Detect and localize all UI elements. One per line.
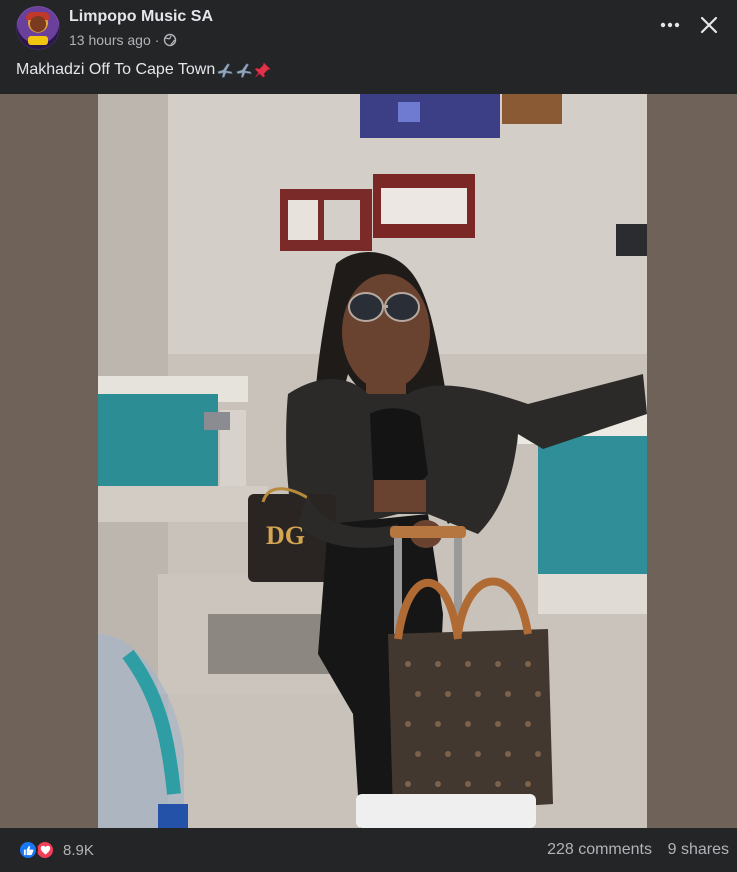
page-name-link[interactable]: Limpopo Music SA [69, 8, 213, 26]
more-horizontal-icon [660, 22, 680, 28]
comments-link[interactable]: 228 comments [547, 841, 652, 859]
shares-link[interactable]: 9 shares [668, 841, 729, 859]
post-footer: 8.9K 228 comments 9 shares [0, 828, 737, 872]
post-timestamp[interactable]: 13 hours ago [69, 32, 151, 48]
photo-viewer: Limpopo Music SA 13 hours ago · Makhadzi… [0, 0, 737, 872]
like-icon [18, 840, 38, 860]
more-options-button[interactable] [656, 12, 684, 38]
close-icon [700, 16, 718, 34]
close-button[interactable] [696, 12, 722, 38]
post-meta: 13 hours ago · [69, 32, 177, 48]
airplane-icon [217, 63, 233, 78]
love-icon [35, 840, 55, 860]
page-avatar[interactable] [16, 6, 60, 50]
post-header: Limpopo Music SA 13 hours ago · [0, 0, 737, 58]
post-caption: Makhadzi Off To Cape Town [16, 61, 272, 79]
caption-text: Makhadzi Off To Cape Town [16, 61, 216, 78]
airplane-icon [236, 63, 252, 78]
pushpin-icon [254, 62, 271, 78]
reaction-count[interactable]: 8.9K [63, 842, 94, 859]
globe-icon [164, 33, 177, 47]
meta-separator: · [154, 32, 160, 48]
reactions-summary[interactable]: 8.9K [18, 840, 94, 860]
post-photo[interactable]: DG [98, 94, 647, 828]
photo-stage: DG [0, 94, 737, 828]
